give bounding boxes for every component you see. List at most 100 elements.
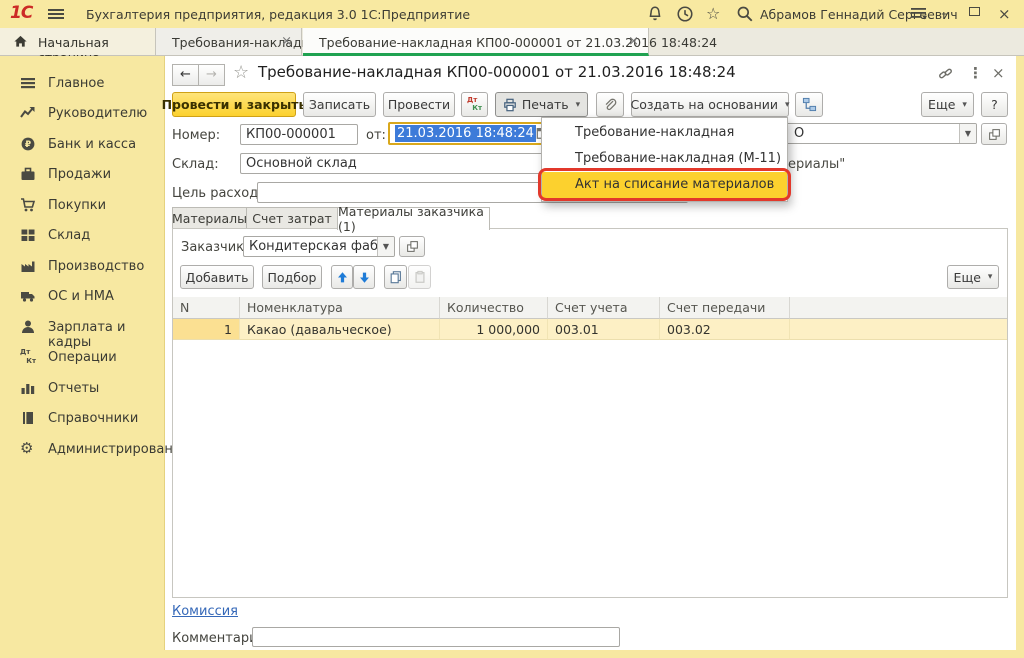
more-button[interactable]: Еще bbox=[921, 92, 974, 117]
sidebar-item-label: Администрирование bbox=[48, 442, 189, 457]
col-header-schet-ucheta[interactable]: Счет учета bbox=[548, 297, 660, 319]
post-button[interactable]: Провести bbox=[383, 92, 455, 117]
structure-report-button[interactable] bbox=[795, 92, 823, 117]
number-label: Номер: bbox=[172, 128, 220, 143]
table-row-cell-kolichestvo[interactable]: 1 000,000 bbox=[440, 319, 548, 340]
history-icon[interactable] bbox=[676, 5, 694, 23]
tab-close-icon[interactable]: × bbox=[628, 34, 639, 49]
favorite-star-icon[interactable]: ☆ bbox=[233, 62, 249, 83]
date-label: от: bbox=[366, 128, 386, 143]
get-link-icon[interactable] bbox=[938, 66, 953, 81]
col-header-nomenklatura[interactable]: Номенклатура bbox=[240, 297, 440, 319]
sidebar-item-label: Склад bbox=[48, 228, 90, 243]
sidebar-item-label: Отчеты bbox=[48, 381, 99, 396]
copy-row-button[interactable] bbox=[384, 265, 407, 289]
book-icon bbox=[20, 410, 36, 426]
paste-row-button[interactable] bbox=[408, 265, 431, 289]
sidebar-item-rukovoditelyu[interactable]: Руководителю bbox=[0, 100, 165, 128]
open-link-icon bbox=[988, 128, 1001, 141]
menu-item-trebovanie-nakladnaya-m11[interactable]: Требование-накладная (М-11) bbox=[542, 146, 787, 172]
sidebar-item-glavnoe[interactable]: Главное bbox=[0, 70, 165, 98]
application-title: Бухгалтерия предприятия, редакция 3.0 1С… bbox=[86, 7, 470, 22]
tab-label: Требование-накладная КП00-000001 от 21.0… bbox=[319, 35, 717, 50]
maximize-icon[interactable] bbox=[969, 7, 980, 16]
window-frame-bottom bbox=[0, 650, 1024, 658]
save-button[interactable]: Записать bbox=[303, 92, 376, 117]
main-menu-icon[interactable] bbox=[48, 7, 64, 21]
briefcase-icon bbox=[20, 166, 36, 182]
move-down-button[interactable] bbox=[353, 265, 375, 289]
attachments-button[interactable] bbox=[596, 92, 624, 117]
sidebar-item-label: Операции bbox=[48, 350, 117, 365]
sidebar-item-proizvodstvo[interactable]: Производство bbox=[0, 253, 165, 281]
col-header-schet-peredachi[interactable]: Счет передачи bbox=[660, 297, 790, 319]
pick-button[interactable]: Подбор bbox=[262, 265, 322, 289]
tab-schet-zatrat[interactable]: Счет затрат bbox=[246, 207, 338, 229]
back-button[interactable]: ← bbox=[172, 64, 199, 86]
tab-materialy[interactable]: Материалы bbox=[172, 207, 247, 229]
table-row-cell-nomenklatura[interactable]: Какао (давальческое) bbox=[240, 319, 440, 340]
search-icon[interactable] bbox=[736, 5, 754, 23]
home-tab[interactable]: Начальная страница bbox=[0, 28, 156, 55]
sidebar-item-label: Производство bbox=[48, 259, 144, 274]
cart-icon bbox=[20, 197, 36, 213]
sections-sidebar: Главное Руководителю ₽ Банк и касса Прод… bbox=[0, 56, 165, 658]
chevron-down-icon[interactable]: ▼ bbox=[959, 124, 976, 143]
comment-field[interactable] bbox=[252, 627, 620, 647]
sidebar-item-zarplata-i-kadry[interactable]: Зарплата и кадры bbox=[0, 314, 165, 342]
sidebar-item-otchety[interactable]: Отчеты bbox=[0, 375, 165, 403]
table-row-cell-schet-ucheta[interactable]: 003.01 bbox=[548, 319, 660, 340]
home-icon bbox=[13, 34, 31, 52]
sidebar-item-administrirovanie[interactable]: ⚙ Администрирование bbox=[0, 436, 165, 464]
sidebar-item-pokupki[interactable]: Покупки bbox=[0, 192, 165, 220]
close-window-icon[interactable]: × bbox=[998, 6, 1011, 22]
tab-document-active[interactable]: Требование-накладная КП00-000001 от 21.0… bbox=[303, 28, 649, 56]
sidebar-item-bank-i-kassa[interactable]: ₽ Банк и касса bbox=[0, 131, 165, 159]
show-postings-button[interactable]: ДтКт bbox=[461, 92, 488, 117]
sidebar-item-prodazhi[interactable]: Продажи bbox=[0, 161, 165, 189]
table-row-cell-schet-peredachi[interactable]: 003.02 bbox=[660, 319, 790, 340]
date-field[interactable]: 21.03.2016 18:48:24 bbox=[388, 122, 556, 145]
service-menu-icon[interactable] bbox=[910, 7, 928, 25]
ruble-coin-icon: ₽ bbox=[20, 136, 36, 152]
sidebar-item-os-i-nma[interactable]: ОС и НМА bbox=[0, 283, 165, 311]
post-and-close-button[interactable]: Провести и закрыть bbox=[172, 92, 296, 117]
table-row-cell-n[interactable]: 1 bbox=[173, 319, 240, 340]
minimize-icon[interactable]: – bbox=[941, 6, 948, 22]
add-row-button[interactable]: Добавить bbox=[180, 265, 254, 289]
col-header-kolichestvo[interactable]: Количество bbox=[440, 297, 548, 319]
favorites-icon[interactable]: ☆ bbox=[706, 4, 724, 22]
tab-materialy-zakazchika[interactable]: Материалы заказчика (1) bbox=[337, 207, 490, 230]
col-header-n[interactable]: N bbox=[173, 297, 240, 319]
sidebar-item-label: Главное bbox=[48, 76, 104, 91]
notifications-icon[interactable] bbox=[646, 5, 664, 23]
open-organization-button[interactable] bbox=[981, 123, 1007, 145]
tab-close-icon[interactable]: × bbox=[281, 34, 292, 49]
structure-icon bbox=[802, 97, 817, 112]
customer-field[interactable]: Кондитерская фабрика куп ▼ bbox=[243, 236, 395, 257]
help-button[interactable]: ? bbox=[981, 92, 1008, 117]
tab-trebovaniya-nakladnye[interactable]: Требования-накладные × bbox=[156, 28, 302, 55]
print-button[interactable]: Печать bbox=[495, 92, 588, 117]
sidebar-item-spravochniki[interactable]: Справочники bbox=[0, 405, 165, 433]
arrow-up-icon bbox=[336, 271, 349, 284]
open-customer-button[interactable] bbox=[399, 236, 425, 257]
chevron-down-icon[interactable]: ▼ bbox=[377, 237, 394, 256]
warehouse-label: Склад: bbox=[172, 157, 219, 172]
menu-item-akt-na-spisanie[interactable]: Акт на списание материалов bbox=[542, 172, 787, 198]
move-up-button[interactable] bbox=[331, 265, 353, 289]
paperclip-icon bbox=[603, 98, 617, 112]
forward-button[interactable]: → bbox=[198, 64, 225, 86]
bar-chart-icon bbox=[20, 380, 36, 396]
commission-link[interactable]: Комиссия bbox=[172, 604, 238, 619]
sidebar-item-operacii[interactable]: ДтКт Операции bbox=[0, 344, 165, 372]
number-field[interactable]: КП00-000001 bbox=[240, 124, 358, 145]
more-kebab-icon[interactable]: ⋮ bbox=[968, 64, 983, 82]
table-row-cell-empty[interactable] bbox=[790, 319, 1007, 340]
create-based-on-button[interactable]: Создать на основании bbox=[631, 92, 789, 117]
sidebar-item-sklad[interactable]: Склад bbox=[0, 222, 165, 250]
close-document-icon[interactable]: × bbox=[992, 64, 1005, 82]
table-more-button[interactable]: Еще bbox=[947, 265, 999, 289]
menu-item-trebovanie-nakladnaya[interactable]: Требование-накладная bbox=[542, 120, 787, 146]
purpose-label: Цель расхода: bbox=[172, 186, 271, 201]
